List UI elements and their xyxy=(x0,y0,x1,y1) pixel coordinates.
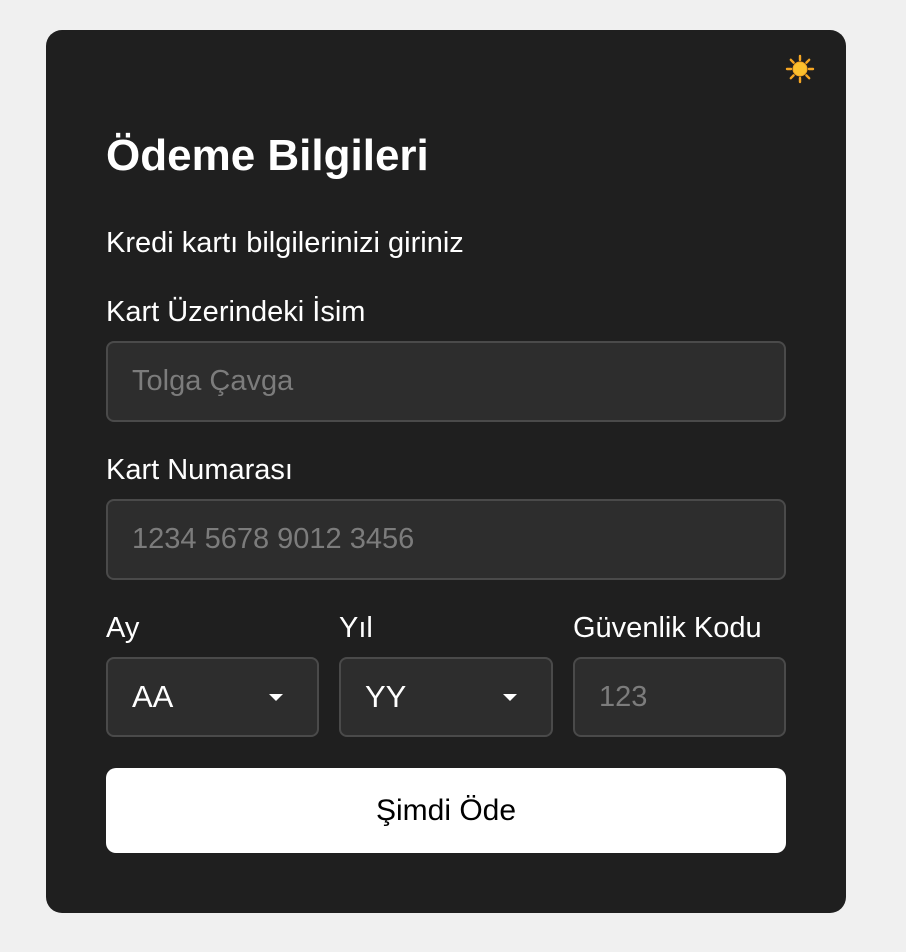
security-code-input[interactable] xyxy=(573,657,786,737)
month-select[interactable]: AA xyxy=(106,657,319,737)
cardholder-name-label: Kart Üzerindeki İsim xyxy=(106,296,366,328)
chevron-down-icon xyxy=(503,694,517,701)
card-number-input[interactable] xyxy=(106,499,786,580)
month-label: Ay xyxy=(106,612,140,644)
year-select-value: YY xyxy=(365,679,407,714)
year-label: Yıl xyxy=(339,612,373,644)
page-subtitle: Kredi kartı bilgilerinizi giriniz xyxy=(106,227,464,259)
month-select-value: AA xyxy=(132,679,174,714)
sun-icon xyxy=(785,54,815,84)
theme-toggle-button[interactable] xyxy=(785,54,815,84)
cardholder-name-input[interactable] xyxy=(106,341,786,422)
year-select[interactable]: YY xyxy=(339,657,553,737)
pay-now-button[interactable]: Şimdi Öde xyxy=(106,768,786,853)
page-title: Ödeme Bilgileri xyxy=(106,131,429,180)
card-number-label: Kart Numarası xyxy=(106,454,293,486)
chevron-down-icon xyxy=(269,694,283,701)
payment-card: Ödeme Bilgileri Kredi kartı bilgileriniz… xyxy=(46,30,846,913)
security-code-label: Güvenlik Kodu xyxy=(573,612,762,644)
